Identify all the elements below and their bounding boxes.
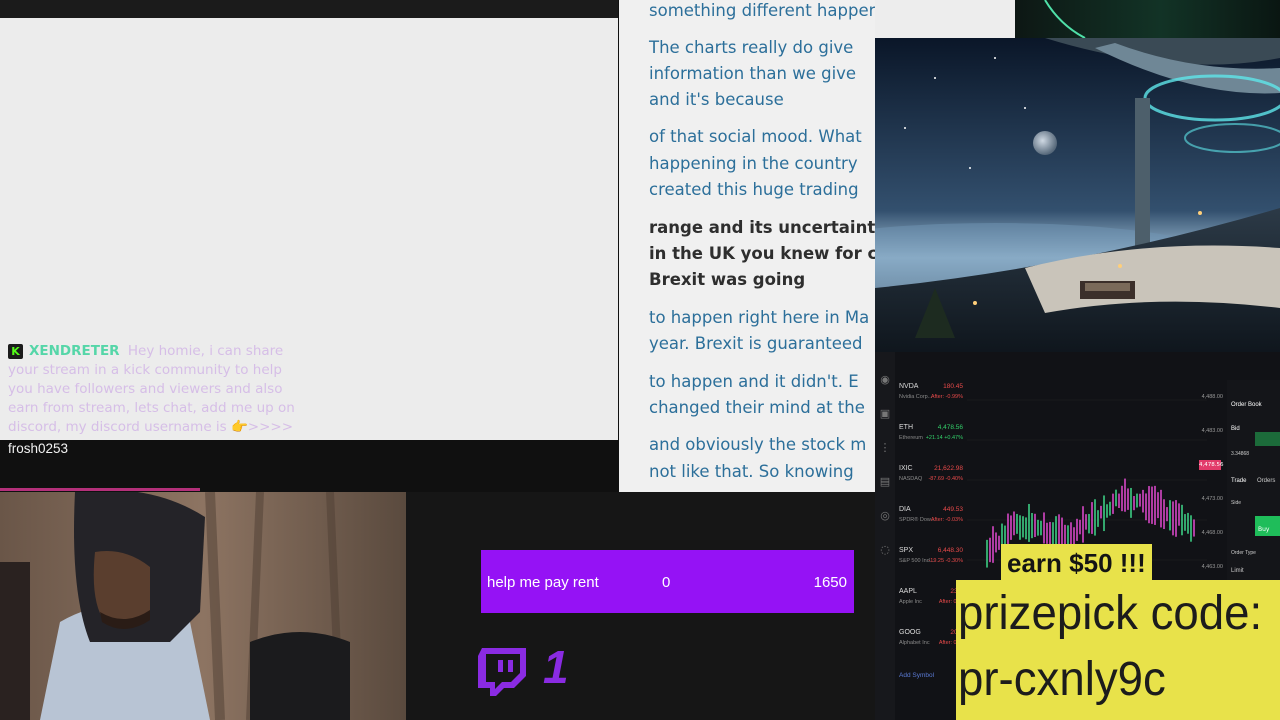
price-tag: 4,478.56	[1199, 460, 1224, 470]
transcript-line: changed their mind at the	[649, 398, 865, 417]
watchlist-price: 449.53	[943, 506, 963, 513]
watchlist-symbol: DIA	[899, 506, 911, 513]
price-axis-label: 4,468.00	[1201, 530, 1223, 536]
watchlist-row[interactable]: DIA SPDR® Dow... 449.53 After: -0.03%	[895, 503, 965, 544]
divider-line	[0, 488, 200, 491]
buy-button[interactable]: Buy	[1255, 516, 1280, 536]
donation-goal-bar: help me pay rent 0 1650	[481, 550, 854, 613]
bid-label: Bid	[1231, 426, 1240, 432]
transcript-line: range and its uncertainty	[649, 218, 875, 237]
chat-handle: frosh0253	[8, 441, 69, 456]
bid-value: 3.34868	[1231, 451, 1250, 457]
watchlist-change: +21.14 +0.47%	[925, 435, 963, 441]
transcript-line: year. Brexit is guaranteed	[649, 334, 863, 353]
watchlist-row[interactable]: NVDA Nvidia Corp... 180.45 After: -0.99%	[895, 380, 965, 421]
watchlist-row[interactable]: ETH Ethereum 4,478.56 +21.14 +0.47%	[895, 421, 965, 462]
watchlist-symbol: IXIC	[899, 465, 913, 472]
transcript-line: not like that. So knowing	[649, 462, 854, 481]
transcript-line: of that social mood. What	[649, 127, 862, 146]
sub-count: 1	[543, 641, 569, 693]
webcam-feed	[0, 492, 406, 720]
transcript-line: to happen and it didn't. E	[649, 372, 859, 391]
chat-bottom	[0, 440, 618, 492]
watchlist-price: 21,622.98	[934, 465, 963, 472]
watchlist-price: 4,478.56	[937, 424, 963, 431]
order-book-tab[interactable]: Order Book	[1231, 402, 1262, 408]
watchlist-change: -19.25 -0.30%	[928, 558, 963, 564]
watchlist-symbol: NVDA	[899, 383, 919, 390]
watchlist-name: Apple Inc	[899, 599, 922, 605]
promo-code-label: prizepick code:	[958, 587, 1263, 640]
watchlist-row[interactable]: IXIC NASDAQ 21,622.98 -87.69 -0.40%	[895, 462, 965, 503]
chat-topbar	[0, 0, 618, 18]
price-axis: 4,488.00 4,483.00 4,473.00 4,468.00 4,463.00	[1197, 380, 1225, 580]
promo-earn: earn $50 !!!	[1001, 544, 1152, 580]
watchlist-change: After: -0.03%	[930, 517, 963, 523]
goal-current: 0	[662, 574, 671, 591]
transcript-line: The charts really do give	[649, 38, 854, 57]
transcript-continuation	[875, 0, 1015, 38]
promo-box: prizepick code: pr-cxnly9c	[956, 580, 1280, 720]
watchlist-name: SPDR® Dow...	[899, 517, 936, 523]
calendar-icon[interactable]: ▤	[875, 476, 895, 488]
twitch-icon	[478, 648, 526, 696]
watchlist-change: After: -0.99%	[930, 394, 963, 400]
promo-code: pr-cxnly9c	[958, 653, 1166, 706]
space-lounge-image	[875, 38, 1280, 352]
transcript-line: created this huge trading	[649, 180, 859, 199]
transcript-panel: something different happen. The charts r…	[619, 0, 875, 494]
transcript-line: in the UK you knew for c	[649, 244, 875, 263]
chat-username: XENDRETER	[29, 343, 120, 359]
transcript-line: something different happen.	[649, 1, 875, 20]
transcript-line: and it's because	[649, 90, 784, 109]
side-label: Side	[1231, 500, 1242, 506]
grid-icon[interactable]: ⋮	[875, 442, 895, 454]
watchlist-row[interactable]: SPX S&P 500 Ind... 6,448.30 -19.25 -0.30%	[895, 544, 965, 585]
top-right-backdrop	[1015, 0, 1280, 39]
watchlist-name: Nvidia Corp...	[899, 394, 933, 400]
bid-bar	[1255, 432, 1280, 446]
transcript-line: to happen right here in Ma	[649, 308, 870, 327]
trade-tab[interactable]: Trade	[1231, 478, 1246, 484]
limit-select[interactable]: Limit	[1231, 568, 1244, 574]
kick-icon: K	[8, 343, 23, 359]
watchlist-change: -87.69 -0.40%	[928, 476, 963, 482]
add-symbol-button[interactable]: Add Symbol	[899, 672, 934, 679]
bell-icon[interactable]: ◉	[875, 374, 895, 386]
transcript-line: happening in the country	[649, 154, 858, 173]
goal-label: help me pay rent	[487, 574, 599, 591]
orders-tab[interactable]: Orders	[1257, 478, 1275, 484]
watchlist-price: 180.45	[943, 383, 963, 390]
price-axis-label: 4,473.00	[1201, 496, 1223, 502]
watchlist-symbol: AAPL	[899, 588, 917, 595]
chat-message: K XENDRETER Hey homie, i can share your s…	[8, 342, 308, 437]
watchlist-price: 6,448.30	[937, 547, 963, 554]
watchlist-row[interactable]: GOOGAlphabet Inc204.After: 0.%	[895, 626, 965, 667]
order-type-label: Order Type	[1231, 550, 1256, 556]
chat-icon[interactable]: ▣	[875, 408, 895, 420]
watchlist-symbol: SPX	[899, 547, 914, 554]
price-axis-label: 4,488.00	[1201, 394, 1223, 400]
ideas-icon[interactable]: ◌	[875, 544, 895, 556]
watchlist-name: Alphabet Inc	[899, 640, 930, 646]
transcript-line: and obviously the stock m	[649, 435, 867, 454]
watchlist-name: NASDAQ	[899, 476, 923, 482]
watchlist-row[interactable]: AAPLApple Inc231.After: 0.%	[895, 585, 965, 626]
trade-toolbar: ◉ ▣ ⋮ ▤ ◎ ◌	[875, 352, 895, 720]
watchlist-name: Ethereum	[899, 435, 923, 441]
price-axis-label: 4,483.00	[1201, 428, 1223, 434]
alert-icon[interactable]: ◎	[875, 510, 895, 522]
transcript-line: Brexit was going	[649, 270, 806, 289]
price-axis-label: 4,463.00	[1201, 564, 1223, 570]
transcript-line: information than we give	[649, 64, 857, 83]
watchlist-symbol: ETH	[899, 424, 913, 431]
watchlist-symbol: GOOG	[899, 629, 921, 636]
goal-target: 1650	[813, 574, 847, 591]
watchlist: NVDA Nvidia Corp... 180.45 After: -0.99% ETH…	[895, 380, 965, 667]
